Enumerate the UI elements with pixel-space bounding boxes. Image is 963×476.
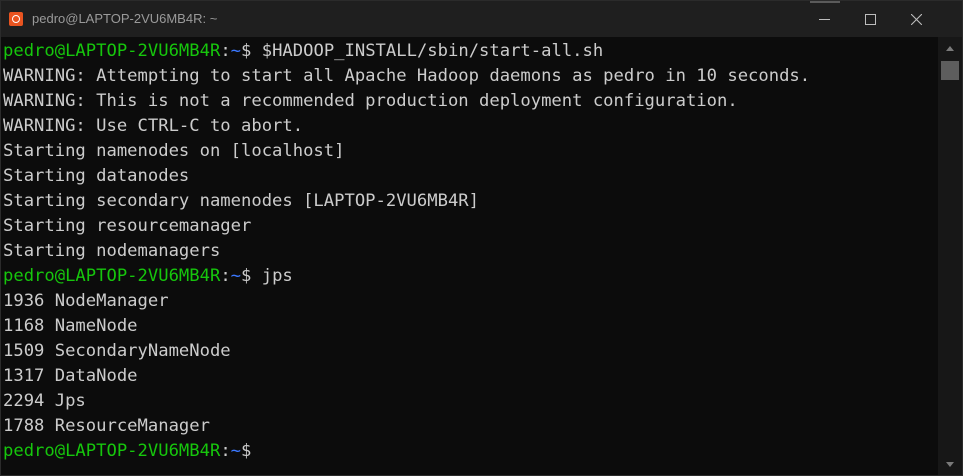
terminal-output[interactable]: pedro@LAPTOP-2VU6MB4R:~$ $HADOOP_INSTALL…	[1, 37, 937, 475]
prompt-command: $HADOOP_INSTALL/sbin/start-all.sh	[261, 41, 604, 61]
window-title: pedro@LAPTOP-2VU6MB4R: ~	[32, 11, 218, 26]
output-line: WARNING: This is not a recommended produ…	[3, 91, 738, 111]
scroll-up-icon	[946, 45, 954, 51]
prompt-path: ~	[230, 266, 242, 286]
prompt-symbol: $	[241, 441, 252, 461]
ubuntu-icon[interactable]	[9, 12, 23, 26]
scroll-down-button[interactable]	[938, 453, 962, 475]
scroll-down-icon	[946, 461, 954, 467]
output-line: Starting secondary namenodes [LAPTOP-2VU…	[3, 191, 479, 211]
prompt-path: ~	[230, 41, 242, 61]
output-line: 1788 ResourceManager	[3, 416, 210, 436]
close-icon	[910, 13, 922, 25]
close-button[interactable]	[893, 1, 939, 37]
output-line: Starting datanodes	[3, 166, 190, 186]
prompt-command: jps	[261, 266, 293, 286]
scroll-thumb[interactable]	[941, 61, 959, 80]
output-line: WARNING: Attempting to start all Apache …	[3, 66, 811, 86]
prompt-separator: :	[220, 441, 231, 461]
prompt-user: pedro@LAPTOP-2VU6MB4R	[3, 441, 221, 461]
prompt-path: ~	[230, 441, 242, 461]
output-line: 1936 NodeManager	[3, 291, 169, 311]
prompt-line: pedro@LAPTOP-2VU6MB4R:~$	[1, 439, 937, 464]
prompt-separator: :	[220, 266, 231, 286]
prompt-symbol: $	[241, 41, 262, 61]
prompt-symbol: $	[241, 266, 262, 286]
terminal-window: pedro@LAPTOP-2VU6MB4R: ~ pedro@LAPTOP-2V…	[0, 0, 963, 476]
prompt-separator: :	[220, 41, 231, 61]
minimize-button[interactable]	[801, 1, 847, 37]
maximize-icon	[864, 13, 876, 25]
prompt-line: pedro@LAPTOP-2VU6MB4R:~$ jps	[1, 264, 937, 289]
title-bar[interactable]: pedro@LAPTOP-2VU6MB4R: ~	[1, 1, 962, 37]
maximize-button[interactable]	[847, 1, 893, 37]
output-line: 1168 NameNode	[3, 316, 138, 336]
minimize-icon	[818, 18, 830, 20]
prompt-line: pedro@LAPTOP-2VU6MB4R:~$ $HADOOP_INSTALL…	[1, 39, 937, 64]
output-line: Starting nodemanagers	[3, 241, 221, 261]
output-line: 2294 Jps	[3, 391, 86, 411]
vertical-scrollbar[interactable]	[938, 37, 962, 475]
output-line: WARNING: Use CTRL-C to abort.	[3, 116, 304, 136]
prompt-user: pedro@LAPTOP-2VU6MB4R	[3, 41, 221, 61]
prompt-user: pedro@LAPTOP-2VU6MB4R	[3, 266, 221, 286]
scroll-up-button[interactable]	[938, 37, 962, 59]
output-line: Starting resourcemanager	[3, 216, 252, 236]
output-line: 1317 DataNode	[3, 366, 138, 386]
output-line: 1509 SecondaryNameNode	[3, 341, 231, 361]
output-line: Starting namenodes on [localhost]	[3, 141, 345, 161]
